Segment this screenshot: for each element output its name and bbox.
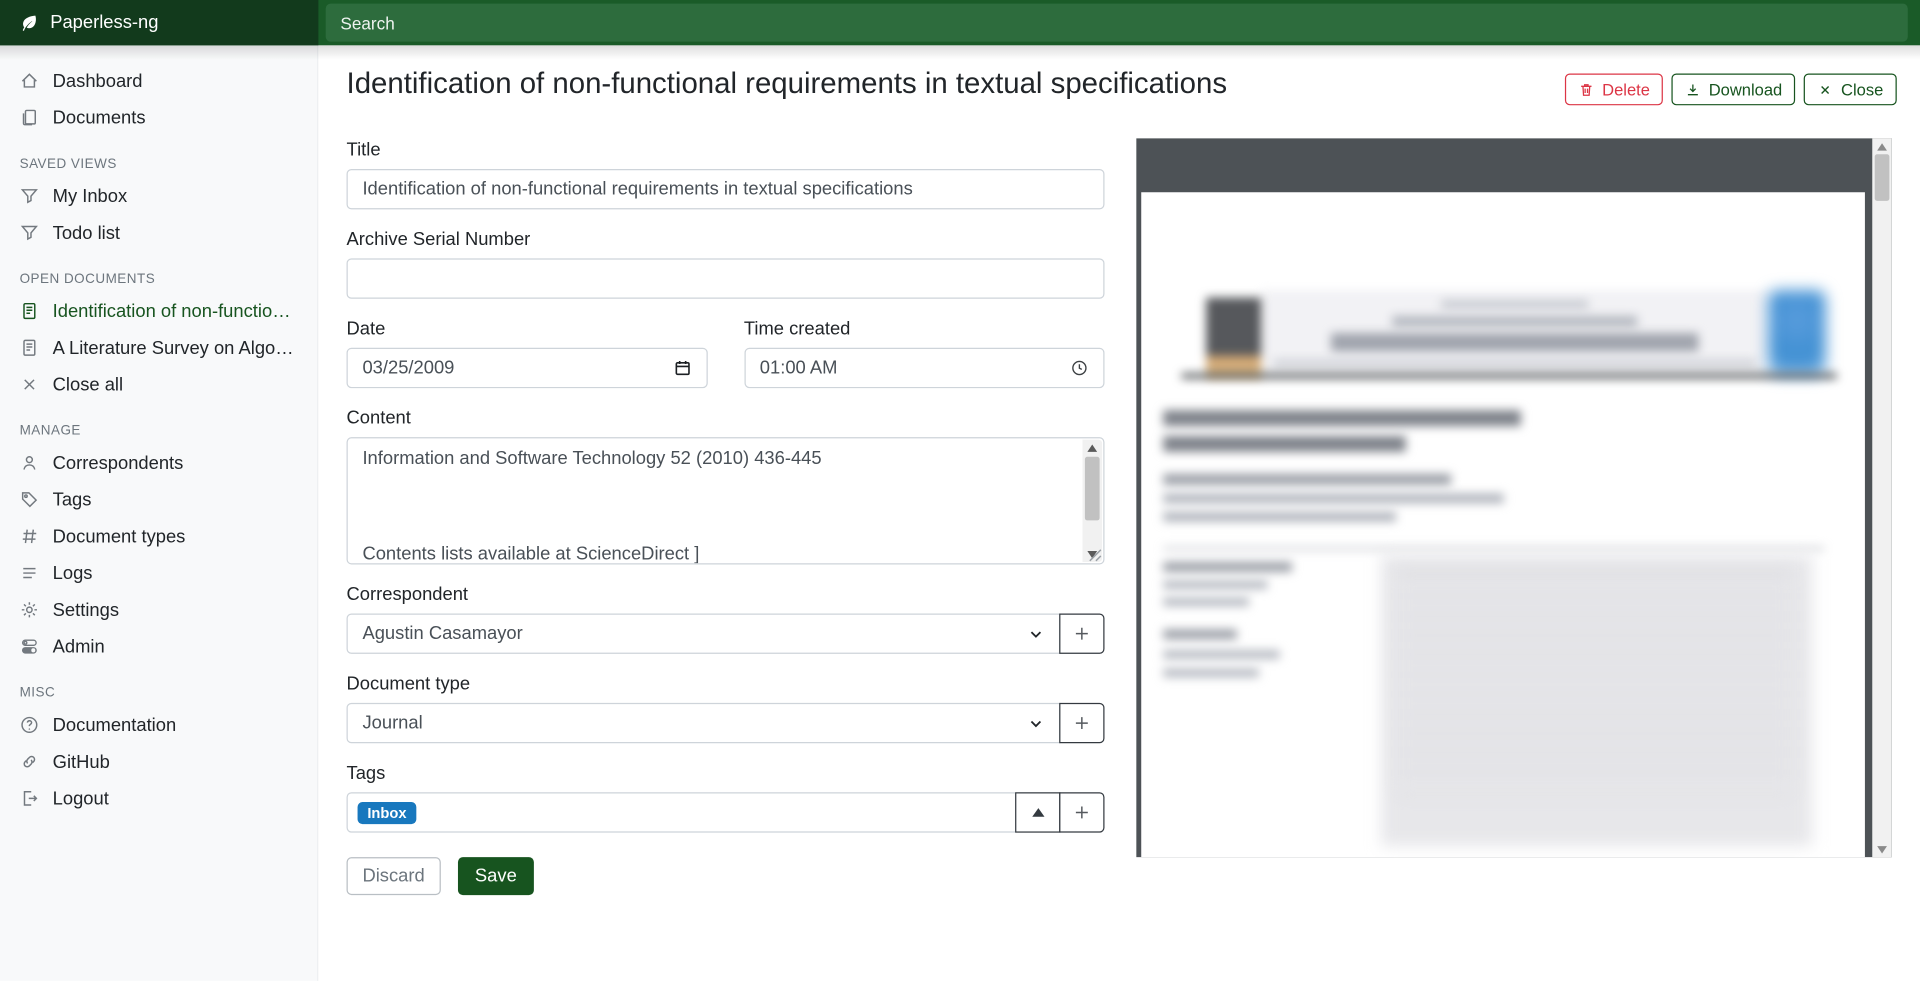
sidebar: Dashboard Documents SAVED VIEWS My Inbox… bbox=[0, 45, 318, 981]
correspondent-select[interactable]: Agustin Casamayor bbox=[347, 613, 1061, 653]
sidebar-item-documents[interactable]: Documents bbox=[0, 99, 317, 136]
close-icon bbox=[1818, 81, 1834, 97]
person-icon bbox=[20, 453, 40, 473]
form-buttons: Discard Save bbox=[347, 857, 1105, 895]
title-input[interactable]: Identification of non-functional require… bbox=[347, 169, 1105, 209]
document-type-label: Document type bbox=[347, 673, 1105, 694]
sidebar-section-misc: MISC bbox=[0, 665, 317, 707]
plus-icon bbox=[1073, 803, 1091, 821]
trash-icon bbox=[1579, 81, 1595, 97]
content-label: Content bbox=[347, 408, 1105, 429]
file-text-icon bbox=[20, 301, 40, 321]
asn-input[interactable] bbox=[347, 258, 1105, 298]
sidebar-item-close-all[interactable]: Close all bbox=[0, 366, 317, 403]
sidebar-item-admin[interactable]: Admin bbox=[0, 628, 317, 665]
sidebar-item-dashboard[interactable]: Dashboard bbox=[0, 62, 317, 99]
list-lines-icon bbox=[20, 563, 40, 583]
calendar-icon[interactable] bbox=[673, 359, 691, 377]
app-root: Paperless-ng Dashboard Documents SAVED V… bbox=[0, 0, 1920, 981]
plus-icon bbox=[1073, 714, 1091, 732]
toggles-icon bbox=[20, 637, 40, 657]
sidebar-section-saved-views: SAVED VIEWS bbox=[0, 136, 317, 178]
tags-label: Tags bbox=[347, 763, 1105, 784]
date-input[interactable]: 03/25/2009 bbox=[347, 348, 708, 388]
clock-icon[interactable] bbox=[1070, 359, 1088, 377]
file-text-icon bbox=[20, 338, 40, 358]
chevron-down-icon bbox=[1027, 625, 1044, 642]
question-circle-icon bbox=[20, 715, 40, 735]
save-button[interactable]: Save bbox=[458, 857, 534, 895]
time-created-label: Time created bbox=[744, 318, 1105, 339]
close-button[interactable]: Close bbox=[1804, 73, 1896, 105]
delete-button[interactable]: Delete bbox=[1565, 73, 1663, 105]
link-icon bbox=[20, 752, 40, 772]
sidebar-item-todo-list[interactable]: Todo list bbox=[0, 214, 317, 251]
top-navbar: Paperless-ng bbox=[0, 0, 1920, 45]
scroll-down-icon[interactable] bbox=[1872, 841, 1892, 857]
download-icon bbox=[1685, 81, 1701, 97]
sidebar-section-manage: MANAGE bbox=[0, 403, 317, 445]
page-title: Identification of non-functional require… bbox=[347, 67, 1228, 102]
sidebar-item-logs[interactable]: Logs bbox=[0, 555, 317, 592]
add-tag-button[interactable] bbox=[1059, 792, 1104, 832]
chevron-down-icon bbox=[1027, 714, 1044, 731]
sidebar-open-doc-2[interactable]: A Literature Survey on Algorithms for Mu… bbox=[0, 329, 317, 366]
pdf-preview-viewer[interactable] bbox=[1136, 138, 1892, 857]
collapse-tags-button[interactable] bbox=[1015, 792, 1060, 832]
sidebar-open-doc-1[interactable]: Identification of non-functional require… bbox=[0, 293, 317, 330]
sidebar-item-tags[interactable]: Tags bbox=[0, 481, 317, 518]
resize-grip-icon[interactable] bbox=[1089, 549, 1102, 562]
scroll-up-icon[interactable] bbox=[1872, 138, 1892, 154]
home-icon bbox=[20, 71, 40, 91]
close-icon bbox=[20, 375, 40, 395]
plus-icon bbox=[1073, 624, 1091, 642]
content-scrollbar[interactable] bbox=[1082, 440, 1102, 562]
documents-icon bbox=[20, 108, 40, 128]
correspondent-label: Correspondent bbox=[347, 584, 1105, 605]
tag-badge[interactable]: Inbox bbox=[358, 801, 417, 823]
time-created-input[interactable]: 01:00 AM bbox=[744, 348, 1105, 388]
discard-button[interactable]: Discard bbox=[347, 857, 441, 895]
date-label: Date bbox=[347, 318, 708, 339]
publisher-logo bbox=[1768, 290, 1826, 376]
sidebar-item-correspondents[interactable]: Correspondents bbox=[0, 444, 317, 481]
scroll-up-icon[interactable] bbox=[1082, 440, 1102, 456]
sidebar-item-document-types[interactable]: Document types bbox=[0, 518, 317, 555]
app-brand[interactable]: Paperless-ng bbox=[0, 0, 318, 45]
sidebar-item-github[interactable]: GitHub bbox=[0, 743, 317, 780]
main-content: Identification of non-functional require… bbox=[318, 45, 1920, 981]
content-textarea[interactable]: Information and Software Technology 52 (… bbox=[347, 437, 1105, 564]
sidebar-item-documentation[interactable]: Documentation bbox=[0, 707, 317, 744]
gear-icon bbox=[20, 600, 40, 620]
pdf-scrollbar[interactable] bbox=[1872, 138, 1892, 857]
add-document-type-button[interactable] bbox=[1059, 703, 1104, 743]
brand-name: Paperless-ng bbox=[50, 12, 158, 33]
document-actions: Delete Download Close bbox=[1565, 73, 1896, 105]
caret-up-icon bbox=[1032, 808, 1044, 817]
sidebar-item-logout[interactable]: Logout bbox=[0, 780, 317, 817]
leaf-logo-icon bbox=[18, 13, 38, 33]
hash-icon bbox=[20, 527, 40, 547]
sidebar-section-open-documents: OPEN DOCUMENTS bbox=[0, 251, 317, 293]
sidebar-item-my-inbox[interactable]: My Inbox bbox=[0, 178, 317, 215]
logout-icon bbox=[20, 789, 40, 809]
document-form: Title Identification of non-functional r… bbox=[347, 140, 1105, 896]
document-type-select[interactable]: Journal bbox=[347, 703, 1061, 743]
search-input[interactable] bbox=[326, 4, 1908, 42]
journal-cover-thumb bbox=[1206, 298, 1261, 379]
tag-icon bbox=[20, 490, 40, 510]
sidebar-item-settings[interactable]: Settings bbox=[0, 591, 317, 628]
pdf-scrollbar-thumb[interactable] bbox=[1875, 154, 1890, 201]
asn-label: Archive Serial Number bbox=[347, 229, 1105, 250]
download-button[interactable]: Download bbox=[1672, 73, 1796, 105]
add-correspondent-button[interactable] bbox=[1059, 613, 1104, 653]
content-text[interactable]: Information and Software Technology 52 (… bbox=[348, 438, 1083, 563]
scrollbar-thumb[interactable] bbox=[1085, 457, 1100, 521]
title-label: Title bbox=[347, 140, 1105, 161]
document-header: Identification of non-functional require… bbox=[347, 67, 1897, 105]
pdf-page bbox=[1141, 192, 1865, 857]
tags-field[interactable]: Inbox bbox=[347, 792, 1017, 832]
filter-icon bbox=[20, 223, 40, 243]
filter-icon bbox=[20, 186, 40, 206]
